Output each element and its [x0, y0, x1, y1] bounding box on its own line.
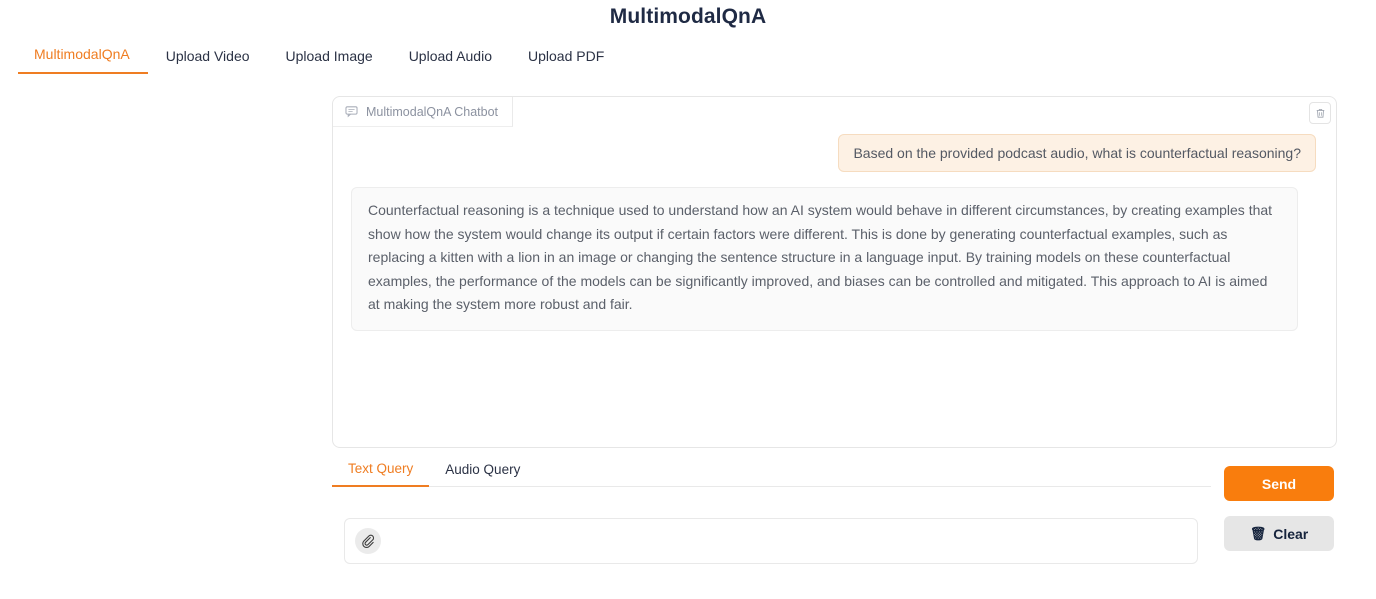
chat-bubble-icon	[345, 105, 358, 118]
assistant-message-bubble: Counterfactual reasoning is a technique …	[351, 187, 1298, 331]
assistant-message-row: Counterfactual reasoning is a technique …	[351, 187, 1316, 331]
trash-icon	[1316, 108, 1324, 118]
query-tabs: Text Query Audio Query	[332, 461, 1211, 487]
chatbot-header-tab[interactable]: MultimodalQnA Chatbot	[333, 97, 514, 127]
tab-upload-video[interactable]: Upload Video	[148, 48, 268, 74]
chatbot-header-label: MultimodalQnA Chatbot	[366, 104, 499, 119]
tab-multimodalqna[interactable]: MultimodalQnA	[18, 46, 148, 74]
query-text-input[interactable]	[391, 532, 1187, 550]
app-root: MultimodalQnA MultimodalQnA Upload Video…	[0, 0, 1376, 599]
clear-button-label: Clear	[1273, 525, 1309, 542]
clear-chat-button[interactable]	[1309, 102, 1331, 124]
clear-button[interactable]: 🗑 Clear	[1224, 516, 1334, 551]
query-input-box[interactable]	[344, 518, 1198, 564]
message-list: Based on the provided podcast audio, wha…	[333, 128, 1336, 447]
chat-panel: MultimodalQnA Chatbot Based on the provi…	[332, 96, 1337, 448]
tab-upload-image[interactable]: Upload Image	[268, 48, 391, 74]
page-title: MultimodalQnA	[609, 5, 767, 28]
top-nav: MultimodalQnA Upload Video Upload Image …	[18, 46, 622, 74]
tab-upload-pdf[interactable]: Upload PDF	[510, 48, 622, 74]
tab-upload-audio[interactable]: Upload Audio	[391, 48, 510, 74]
paperclip-icon	[362, 534, 375, 548]
user-message-bubble: Based on the provided podcast audio, wha…	[838, 134, 1316, 172]
wastebasket-icon: 🗑	[1249, 526, 1267, 541]
user-message-row: Based on the provided podcast audio, wha…	[351, 134, 1316, 172]
attach-file-button[interactable]	[355, 528, 381, 554]
send-button[interactable]: Send	[1224, 466, 1334, 501]
tab-text-query[interactable]: Text Query	[332, 461, 430, 487]
tab-audio-query[interactable]: Audio Query	[429, 462, 536, 486]
